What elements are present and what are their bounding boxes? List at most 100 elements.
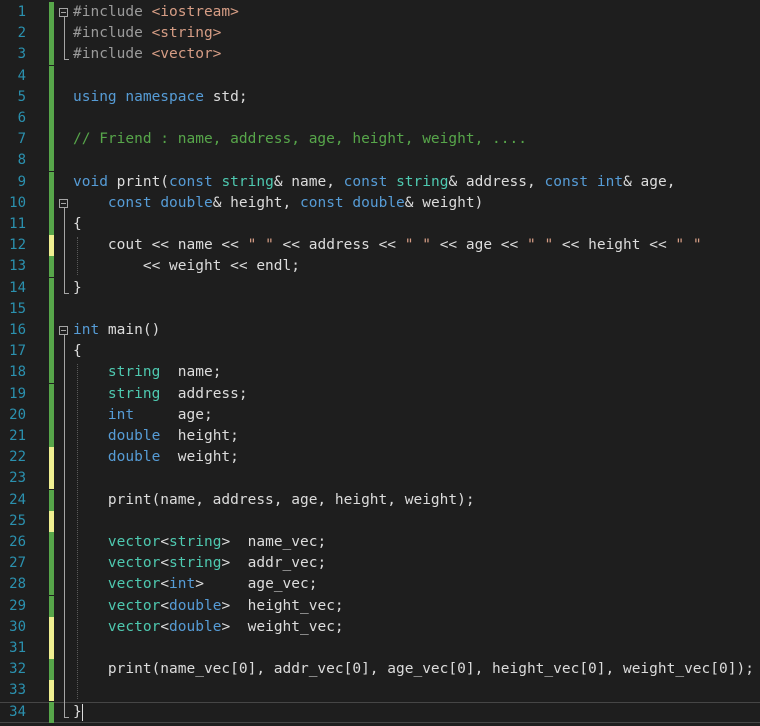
code-text[interactable]: double weight; — [73, 447, 239, 468]
code-line[interactable]: 6 — [0, 108, 760, 129]
code-text[interactable]: int age; — [73, 405, 213, 426]
code-text[interactable]: #include <iostream> — [73, 2, 239, 23]
code-line[interactable]: 3 #include <vector> — [0, 44, 760, 66]
indent-guide — [77, 237, 78, 276]
code-line[interactable]: 22 double weight; — [0, 447, 760, 469]
code-token: namespace — [125, 88, 213, 105]
code-text[interactable]: print(name, address, age, height, weight… — [73, 490, 475, 511]
code-line[interactable]: 18 string name; — [0, 362, 760, 384]
code-token: using — [73, 88, 126, 105]
change-indicator — [49, 447, 54, 469]
code-line[interactable]: 16 int main() — [0, 320, 760, 341]
code-token: vector — [107, 597, 161, 614]
line-number: 30 — [9, 618, 26, 635]
code-text[interactable]: #include <string> — [73, 23, 221, 44]
indent-guide — [77, 364, 78, 700]
outline-guide — [64, 207, 65, 293]
code-text[interactable]: using namespace std; — [73, 87, 248, 108]
code-line[interactable]: 1 #include <iostream> — [0, 2, 760, 23]
line-number: 9 — [17, 173, 26, 190]
code-token: void — [73, 173, 117, 190]
code-text[interactable]: << weight << endl; — [73, 256, 300, 277]
code-line[interactable]: 26 vector<string> name_vec; — [0, 532, 760, 553]
collapse-box-icon[interactable] — [59, 8, 68, 17]
code-line[interactable]: 8 — [0, 150, 760, 172]
code-text[interactable]: } — [73, 702, 82, 723]
code-line[interactable]: 28 vector<int> age_vec; — [0, 574, 760, 596]
code-line[interactable]: 13 << weight << endl; — [0, 256, 760, 278]
code-text[interactable]: vector<string> name_vec; — [73, 532, 326, 553]
collapse-box-icon[interactable] — [59, 326, 68, 335]
line-number: 13 — [9, 258, 26, 275]
code-token: & name, — [273, 173, 344, 190]
code-token: string — [107, 364, 161, 381]
code-line[interactable]: 24 print(name, address, age, height, wei… — [0, 489, 760, 511]
code-text[interactable]: string name; — [73, 362, 222, 383]
code-line[interactable]: 25 — [0, 510, 760, 532]
code-line[interactable]: 7 // Friend : name, address, age, height,… — [0, 129, 760, 151]
change-indicator — [49, 277, 54, 299]
code-token: << age << — [430, 237, 527, 254]
code-line[interactable]: 31 — [0, 638, 760, 659]
code-text[interactable]: { — [73, 214, 82, 235]
code-text[interactable]: int main() — [73, 320, 160, 341]
change-indicator — [49, 404, 54, 426]
code-text[interactable]: // Friend : name, address, age, height, … — [73, 129, 527, 150]
code-line[interactable]: 10 const double& height, const double& w… — [0, 192, 760, 214]
code-line[interactable]: 33 — [0, 680, 760, 702]
code-text[interactable]: cout << name << " " << address << " " <<… — [73, 235, 702, 256]
code-line[interactable]: 14} — [0, 277, 760, 299]
code-text[interactable]: vector<double> weight_vec; — [73, 617, 344, 638]
code-text[interactable]: vector<string> addr_vec; — [73, 553, 326, 574]
code-line[interactable]: 15 — [0, 298, 760, 320]
code-editor[interactable]: 1 #include <iostream> 2 #include <string> 3 #… — [0, 0, 760, 726]
text-caret — [82, 703, 83, 721]
code-token: address; — [160, 385, 248, 402]
code-line[interactable]: 20 int age; — [0, 404, 760, 426]
code-text[interactable]: #include <vector> — [73, 44, 221, 65]
code-line[interactable]: 9 void print(const string& name, const st… — [0, 171, 760, 193]
change-indicator — [49, 65, 54, 87]
line-number: 4 — [17, 67, 26, 84]
line-number: 23 — [9, 470, 26, 487]
code-token: <iostream> — [151, 4, 239, 20]
collapse-box-icon[interactable] — [59, 198, 68, 208]
code-text[interactable]: vector<double> height_vec; — [73, 596, 344, 617]
code-token: vector — [107, 555, 161, 572]
code-line[interactable]: 17 { — [0, 341, 760, 363]
code-line[interactable]: 12 cout << name << " " << address << " "… — [0, 235, 760, 257]
code-token: vector — [107, 534, 161, 550]
change-indicator — [49, 108, 54, 129]
code-token: vector — [107, 618, 161, 635]
code-line[interactable]: 21 double height; — [0, 426, 760, 447]
code-text[interactable]: print(name_vec[0], addr_vec[0], age_vec[… — [73, 659, 754, 680]
code-line[interactable]: 2 #include <string> — [0, 23, 760, 45]
code-line[interactable]: 4 — [0, 65, 760, 87]
code-line[interactable]: 11 { — [0, 214, 760, 235]
code-text[interactable]: double height; — [73, 426, 239, 447]
code-text[interactable]: { — [73, 341, 82, 362]
code-token: string — [107, 385, 161, 402]
code-token: print(name, address, age, height, weight… — [73, 491, 475, 508]
code-token: double — [169, 597, 222, 614]
code-token: std; — [212, 88, 248, 105]
line-number: 33 — [9, 682, 26, 699]
code-text[interactable]: vector<int> age_vec; — [73, 574, 318, 595]
code-line[interactable]: 27 vector<string> addr_vec; — [0, 553, 760, 575]
change-indicator — [49, 44, 54, 66]
code-text[interactable]: } — [73, 278, 82, 299]
code-text[interactable]: void print(const string& name, const str… — [73, 172, 675, 193]
code-line[interactable]: 34} — [0, 701, 760, 723]
line-number: 26 — [9, 534, 26, 550]
code-line[interactable]: 32 print(name_vec[0], addr_vec[0], age_v… — [0, 659, 760, 681]
code-line[interactable]: 19 string address; — [0, 383, 760, 405]
code-text[interactable]: string address; — [73, 384, 248, 405]
code-line[interactable]: 30 vector<double> weight_vec; — [0, 616, 760, 638]
code-line[interactable]: 5 using namespace std; — [0, 86, 760, 108]
code-line[interactable]: 29 vector<double> height_vec; — [0, 595, 760, 617]
code-token: > age_vec; — [195, 576, 318, 593]
code-text[interactable]: const double& height, const double& weig… — [73, 193, 483, 214]
code-line[interactable]: 23 — [0, 468, 760, 490]
